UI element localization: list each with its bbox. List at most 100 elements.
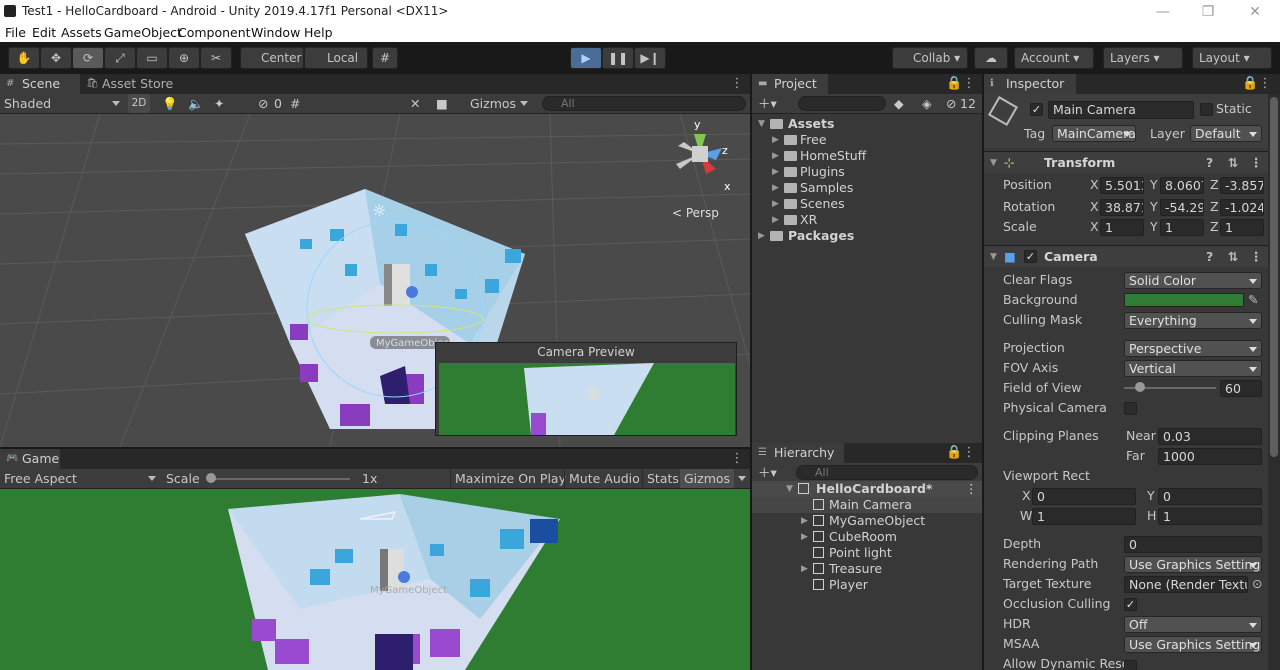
active-checkbox[interactable]: ✓	[1030, 103, 1043, 116]
position-x-field[interactable]: 5.5013	[1100, 177, 1144, 194]
effects-toggle-icon[interactable]: ✦	[214, 94, 224, 113]
scale-slider-thumb[interactable]	[206, 473, 216, 483]
scale-x-field[interactable]: 1	[1100, 219, 1144, 236]
rotate-tool-button[interactable]: ⟳	[72, 47, 104, 69]
game-gizmos-dropdown[interactable]: Gizmos	[680, 469, 746, 488]
target-texture-field[interactable]: None (Render Texture)	[1124, 576, 1248, 593]
project-tree-item[interactable]: ▼ Assets	[752, 116, 982, 132]
preset-icon[interactable]: ⇅	[1228, 246, 1238, 268]
component-menu-icon[interactable]: ⋮	[1250, 246, 1263, 268]
close-button[interactable]: ✕	[1244, 2, 1266, 22]
menu-help[interactable]: Help	[304, 25, 333, 40]
viewport-x-field[interactable]: 0	[1032, 488, 1136, 505]
clear-flags-dropdown[interactable]: Solid Color	[1124, 272, 1262, 289]
visibility-icon[interactable]: ⊘	[258, 94, 268, 113]
projection-dropdown[interactable]: Perspective	[1124, 340, 1262, 357]
step-button[interactable]: ▶❙	[634, 47, 666, 69]
object-name-input[interactable]: Main Camera	[1048, 101, 1194, 119]
minimize-button[interactable]: —	[1152, 2, 1174, 22]
grid-toggle-icon[interactable]: #	[290, 94, 300, 113]
tools-icon[interactable]: ✕	[410, 94, 420, 113]
inspector-panel-menu-icon[interactable]: ⋮	[1258, 76, 1272, 92]
hand-tool-button[interactable]: ✋	[8, 47, 40, 69]
custom-tool-button[interactable]: ✂	[200, 47, 232, 69]
camera-enabled-checkbox[interactable]: ✓	[1024, 250, 1037, 263]
pivot-center-button[interactable]: Center	[240, 47, 304, 69]
project-tree-item[interactable]: ▶ Packages	[752, 228, 982, 244]
hierarchy-item[interactable]: ▶ Treasure	[752, 561, 982, 577]
project-tree-item[interactable]: ▶ Samples	[752, 180, 982, 196]
filter-by-type-icon[interactable]: ◆	[894, 94, 904, 113]
menu-gameobject[interactable]: GameObject	[104, 25, 182, 40]
hierarchy-item[interactable]: ▶ CubeRoom	[752, 529, 982, 545]
transform-tool-button[interactable]: ⊕	[168, 47, 200, 69]
hierarchy-search-input[interactable]: All	[796, 465, 978, 480]
hierarchy-add-button[interactable]: ＋▾	[758, 463, 777, 482]
mute-audio-toggle[interactable]: Mute Audio	[564, 469, 640, 488]
scene-search-input[interactable]: All	[542, 96, 746, 111]
hierarchy-item[interactable]: ▶ MyGameObject	[752, 513, 982, 529]
static-dropdown[interactable]: Static	[1216, 101, 1252, 116]
filter-by-label-icon[interactable]: ◈	[922, 94, 932, 113]
layout-dropdown[interactable]: Layout ▾	[1192, 47, 1272, 69]
lighting-toggle-icon[interactable]: 💡	[162, 94, 178, 113]
rect-tool-button[interactable]: ▭	[136, 47, 168, 69]
persp-label[interactable]: < Persp	[672, 206, 719, 220]
transform-header[interactable]: ▼ ⊹ Transform ? ⇅ ⋮	[984, 151, 1268, 173]
project-tree-item[interactable]: ▶ Free	[752, 132, 982, 148]
hierarchy-panel-menu-icon[interactable]: ⋮	[962, 445, 976, 461]
tab-scene[interactable]: # Scene	[0, 74, 80, 94]
account-dropdown[interactable]: Account ▾	[1014, 47, 1094, 69]
component-menu-icon[interactable]: ⋮	[1250, 152, 1263, 174]
scene-menu-icon[interactable]: ⋮	[965, 481, 978, 497]
tab-inspector[interactable]: ℹ Inspector	[984, 74, 1076, 94]
hierarchy-item[interactable]: Point light	[752, 545, 982, 561]
project-tree-item[interactable]: ▶ HomeStuff	[752, 148, 982, 164]
maximize-button[interactable]: ❐	[1197, 2, 1219, 22]
scene-panel-menu-icon[interactable]: ⋮	[730, 76, 744, 92]
grid-snap-button[interactable]: #	[372, 47, 398, 69]
far-clip-field[interactable]: 1000	[1158, 448, 1262, 465]
help-icon[interactable]: ?	[1206, 246, 1213, 268]
project-search-input[interactable]	[798, 96, 886, 111]
dynamic-resolution-checkbox[interactable]	[1124, 660, 1137, 670]
position-y-field[interactable]: 8.0607	[1160, 177, 1204, 194]
project-tree-item[interactable]: ▶ XR	[752, 212, 982, 228]
project-add-button[interactable]: ＋▾	[758, 94, 777, 113]
hierarchy-item[interactable]: Player	[752, 577, 982, 593]
hierarchy-lock-icon[interactable]: 🔒	[946, 445, 962, 461]
layer-dropdown[interactable]: Default	[1190, 125, 1262, 142]
occlusion-culling-checkbox[interactable]: ✓	[1124, 598, 1137, 611]
camera-header[interactable]: ▼ ■ ✓ Camera ? ⇅ ⋮	[984, 245, 1268, 267]
tab-project[interactable]: ▬ Project	[752, 74, 828, 94]
rotation-z-field[interactable]: -1.024	[1220, 199, 1264, 216]
project-panel-menu-icon[interactable]: ⋮	[962, 76, 976, 92]
layers-dropdown[interactable]: Layers ▾	[1103, 47, 1183, 69]
preset-icon[interactable]: ⇅	[1228, 152, 1238, 174]
position-z-field[interactable]: -3.857	[1220, 177, 1264, 194]
gizmos-dropdown[interactable]: Gizmos	[470, 94, 529, 113]
play-button[interactable]: ▶	[570, 47, 602, 69]
menu-component[interactable]: Component	[178, 25, 251, 40]
object-picker-icon[interactable]: ⊙	[1252, 574, 1262, 594]
hierarchy-item[interactable]: Main Camera	[752, 497, 982, 513]
hidden-packages-icon[interactable]: ⊘	[946, 94, 956, 113]
scene-root-item[interactable]: ▼ HelloCardboard* ⋮	[752, 481, 982, 497]
project-lock-icon[interactable]: 🔒	[946, 76, 962, 92]
fov-value-field[interactable]: 60	[1220, 380, 1262, 397]
project-tree-item[interactable]: ▶ Scenes	[752, 196, 982, 212]
tag-dropdown[interactable]: MainCamera	[1052, 125, 1136, 142]
move-tool-button[interactable]: ✥	[40, 47, 72, 69]
collab-dropdown[interactable]: Collab ▾	[892, 47, 968, 69]
msaa-dropdown[interactable]: Use Graphics Settings	[1124, 636, 1262, 653]
help-icon[interactable]: ?	[1206, 152, 1213, 174]
maximize-on-play-toggle[interactable]: Maximize On Play	[450, 469, 566, 488]
physical-camera-checkbox[interactable]	[1124, 402, 1137, 415]
shading-mode-dropdown[interactable]: Shaded	[4, 94, 120, 113]
depth-field[interactable]: 0	[1124, 536, 1262, 553]
2d-toggle[interactable]: 2D	[128, 94, 150, 113]
cloud-button[interactable]: ☁	[974, 47, 1008, 69]
menu-assets[interactable]: Assets	[61, 25, 102, 40]
audio-toggle-icon[interactable]: 🔈	[188, 94, 204, 113]
inspector-lock-icon[interactable]: 🔒	[1242, 76, 1258, 92]
